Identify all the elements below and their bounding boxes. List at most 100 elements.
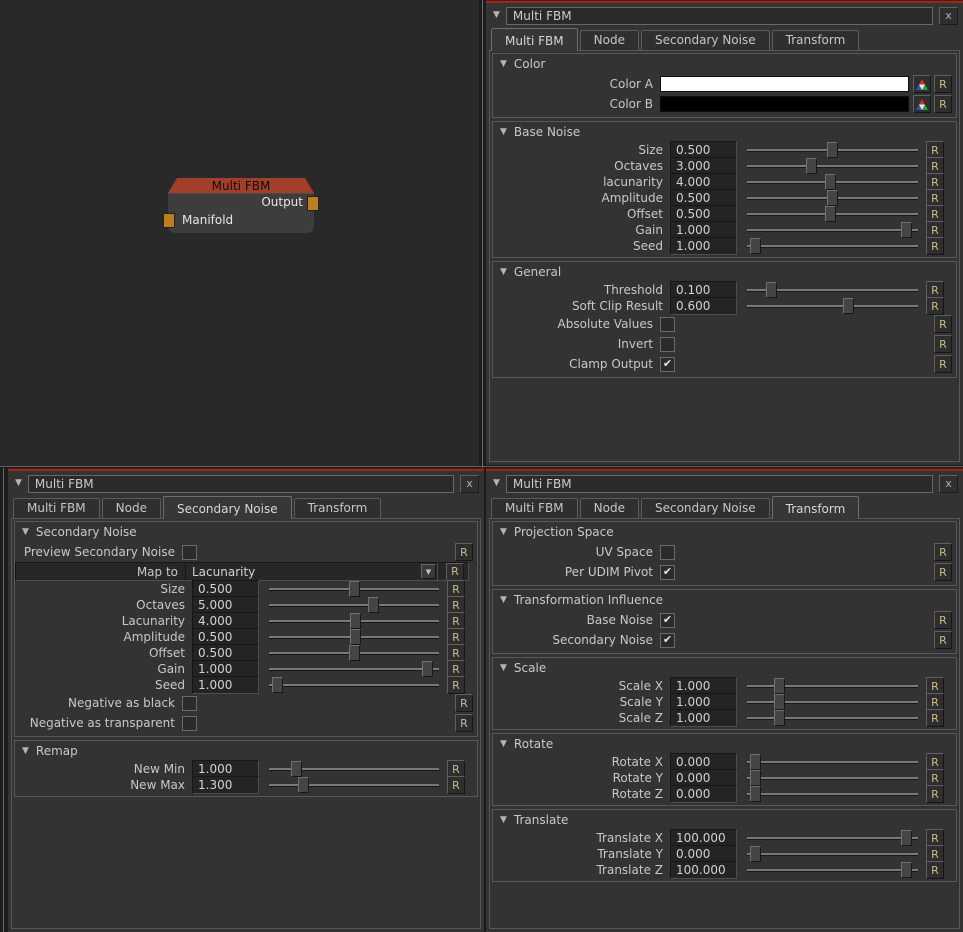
new-max-input[interactable]: 1.300 [192, 776, 259, 794]
size-slider[interactable] [269, 581, 439, 597]
section-collapse-icon[interactable]: ▼ [500, 128, 507, 137]
new-max-slider[interactable] [269, 777, 439, 793]
section-collapse-icon[interactable]: ▼ [22, 528, 29, 537]
reset-button[interactable]: R [447, 676, 465, 694]
reset-button[interactable]: R [455, 714, 473, 732]
base-noise-checkbox[interactable]: ✔ [660, 613, 675, 628]
lacunarity-slider[interactable] [269, 613, 439, 629]
reset-button[interactable]: R [934, 335, 952, 353]
threshold-slider[interactable] [747, 282, 918, 298]
slider-handle[interactable] [750, 770, 761, 786]
scale-y-slider[interactable] [747, 694, 918, 710]
slider-handle[interactable] [750, 238, 761, 254]
slider-handle[interactable] [750, 754, 761, 770]
reset-button[interactable]: R [934, 563, 952, 581]
reset-button[interactable]: R [934, 543, 952, 561]
slider-handle[interactable] [774, 694, 785, 710]
reset-button[interactable]: R [926, 297, 944, 315]
slider-handle[interactable] [827, 142, 838, 158]
offset-slider[interactable] [747, 206, 918, 222]
close-button[interactable]: x [939, 7, 958, 25]
reset-button[interactable]: R [926, 785, 944, 803]
slider-handle[interactable] [825, 206, 836, 222]
section-collapse-icon[interactable]: ▼ [22, 747, 29, 756]
slider-handle[interactable] [422, 661, 433, 677]
reset-button[interactable]: R [455, 694, 473, 712]
color-picker-button[interactable] [913, 75, 931, 93]
slider-handle[interactable] [774, 678, 785, 694]
reset-button[interactable]: R [934, 75, 952, 93]
seed-input[interactable]: 1.000 [670, 237, 737, 255]
slider-handle[interactable] [272, 677, 283, 693]
reset-button[interactable]: R [926, 237, 944, 255]
tab-secondary-noise[interactable]: Secondary Noise [641, 30, 770, 50]
lacunarity-slider[interactable] [747, 174, 918, 190]
seed-slider[interactable] [747, 238, 918, 254]
panel-title-field[interactable]: Multi FBM [28, 475, 454, 493]
reset-button[interactable]: R [934, 315, 952, 333]
absolute-values-checkbox[interactable] [660, 317, 675, 332]
tab-node[interactable]: Node [102, 498, 161, 518]
rotate-x-slider[interactable] [747, 754, 918, 770]
slider-handle[interactable] [298, 777, 309, 793]
scale-x-slider[interactable] [747, 678, 918, 694]
color-a-swatch[interactable] [660, 76, 909, 92]
slider-handle[interactable] [901, 830, 912, 846]
invert-checkbox[interactable] [660, 337, 675, 352]
uv-space-checkbox[interactable] [660, 545, 675, 560]
tab-multi-fbm[interactable]: Multi FBM [13, 498, 100, 518]
section-collapse-icon[interactable]: ▼ [500, 60, 507, 69]
slider-handle[interactable] [350, 613, 361, 629]
left-edge-splitter[interactable] [3, 468, 4, 932]
reset-button[interactable]: R [926, 709, 944, 727]
gain-slider[interactable] [269, 661, 439, 677]
slider-handle[interactable] [901, 862, 912, 878]
dropdown-arrow-icon[interactable]: ▼ [421, 564, 436, 579]
rotate-y-slider[interactable] [747, 770, 918, 786]
octaves-slider[interactable] [747, 158, 918, 174]
color-picker-button[interactable] [913, 95, 931, 113]
new-min-slider[interactable] [269, 761, 439, 777]
tab-secondary-noise[interactable]: Secondary Noise [641, 498, 770, 518]
slider-handle[interactable] [843, 298, 854, 314]
manifold-port[interactable] [163, 213, 175, 228]
node-graph-canvas[interactable]: Multi FBM Output Manifold [0, 0, 479, 466]
node-body[interactable]: Output Manifold [168, 193, 314, 233]
rotate-z-input[interactable]: 0.000 [670, 785, 737, 803]
map-to-dropdown[interactable]: Lacunarity▼ [185, 562, 438, 581]
collapse-arrow-icon[interactable]: ▼ [493, 11, 500, 20]
translate-z-slider[interactable] [747, 862, 918, 878]
negative-as-transparent-checkbox[interactable] [182, 716, 197, 731]
slider-handle[interactable] [368, 597, 379, 613]
size-slider[interactable] [747, 142, 918, 158]
translate-z-input[interactable]: 100.000 [670, 861, 737, 879]
section-collapse-icon[interactable]: ▼ [500, 740, 507, 749]
per-udim-pivot-checkbox[interactable]: ✔ [660, 565, 675, 580]
translate-y-slider[interactable] [747, 846, 918, 862]
amplitude-slider[interactable] [747, 190, 918, 206]
tab-transform[interactable]: Transform [294, 498, 382, 518]
tab-transform[interactable]: Transform [772, 30, 860, 50]
slider-handle[interactable] [825, 174, 836, 190]
amplitude-slider[interactable] [269, 629, 439, 645]
panel-title-field[interactable]: Multi FBM [506, 7, 933, 25]
tab-secondary-noise[interactable]: Secondary Noise [163, 496, 292, 519]
slider-handle[interactable] [349, 645, 360, 661]
tab-node[interactable]: Node [580, 498, 639, 518]
output-port[interactable] [307, 196, 319, 211]
reset-button[interactable]: R [446, 563, 464, 581]
section-collapse-icon[interactable]: ▼ [500, 528, 507, 537]
gain-slider[interactable] [747, 222, 918, 238]
horizontal-splitter[interactable] [0, 466, 963, 467]
section-collapse-icon[interactable]: ▼ [500, 816, 507, 825]
soft-clip-result-slider[interactable] [747, 298, 918, 314]
slider-handle[interactable] [750, 846, 761, 862]
reset-button[interactable]: R [926, 861, 944, 879]
section-collapse-icon[interactable]: ▼ [500, 596, 507, 605]
tab-node[interactable]: Node [580, 30, 639, 50]
scale-z-input[interactable]: 1.000 [670, 709, 737, 727]
panel-title-field[interactable]: Multi FBM [506, 475, 933, 493]
secondary-noise-checkbox[interactable]: ✔ [660, 633, 675, 648]
section-collapse-icon[interactable]: ▼ [500, 268, 507, 277]
translate-x-slider[interactable] [747, 830, 918, 846]
